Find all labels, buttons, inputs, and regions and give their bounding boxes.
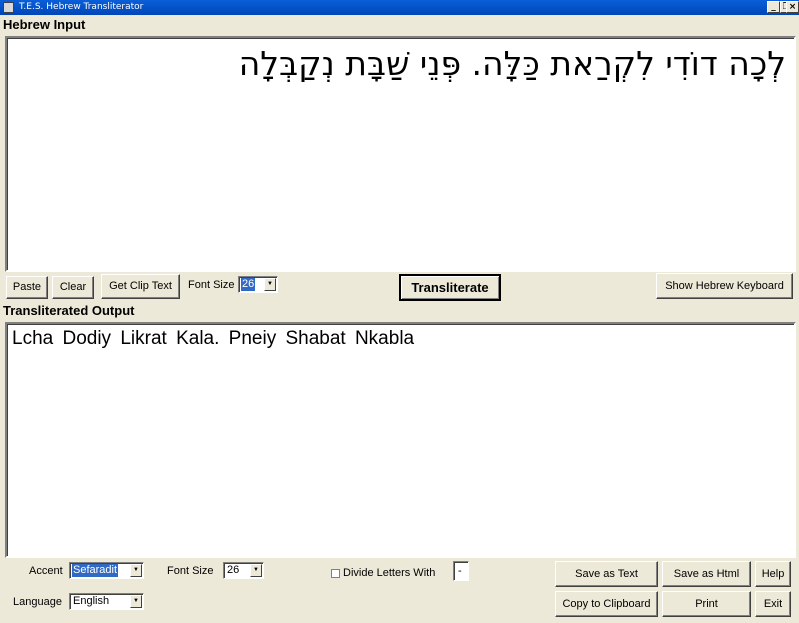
- divide-letters-input[interactable]: -: [453, 561, 469, 581]
- input-font-size-value: 26: [241, 278, 256, 291]
- get-clip-text-button[interactable]: Get Clip Text: [101, 274, 180, 299]
- clear-button[interactable]: Clear: [52, 276, 94, 299]
- accent-value: Sefaradit: [72, 564, 119, 577]
- chevron-down-icon[interactable]: ▼: [250, 564, 262, 577]
- divide-letters-label: Divide Letters With: [343, 567, 436, 579]
- show-hebrew-keyboard-button[interactable]: Show Hebrew Keyboard: [656, 273, 793, 299]
- help-button[interactable]: Help: [755, 561, 791, 587]
- paste-button[interactable]: Paste: [6, 276, 48, 299]
- transliterated-output-text: Lcha Dodiy Likrat Kala. Pneiy Shabat Nka…: [12, 328, 415, 349]
- exit-button[interactable]: Exit: [755, 591, 791, 617]
- transliterate-button[interactable]: Transliterate: [399, 274, 501, 301]
- output-label: Transliterated Output: [3, 303, 135, 318]
- chevron-down-icon[interactable]: ▼: [130, 595, 142, 608]
- hebrew-input-text: לְכָה דוֹדִי לִקְרַאת כַּלָּה. פְּנֵי שַ…: [238, 44, 786, 83]
- language-label: Language: [13, 596, 62, 608]
- app-icon: [3, 2, 14, 13]
- accent-select[interactable]: Sefaradit ▼: [69, 562, 144, 579]
- transliterated-output-area[interactable]: Lcha Dodiy Likrat Kala. Pneiy Shabat Nka…: [5, 322, 796, 558]
- window-title: T.E.S. Hebrew Transliterator: [19, 2, 144, 12]
- minimize-button[interactable]: _: [767, 1, 780, 13]
- print-button[interactable]: Print: [662, 591, 751, 617]
- language-select[interactable]: English ▼: [69, 593, 144, 610]
- chevron-down-icon[interactable]: ▼: [264, 278, 276, 291]
- output-font-size-label: Font Size: [167, 565, 214, 577]
- output-font-size-value: 26: [227, 564, 240, 576]
- input-font-size-label: Font Size: [188, 279, 235, 291]
- close-button[interactable]: ×: [786, 1, 799, 13]
- input-font-size-select[interactable]: 26 ▼: [238, 276, 278, 293]
- language-value: English: [73, 595, 110, 607]
- divide-letters-checkbox[interactable]: [331, 569, 340, 578]
- hebrew-input-label: Hebrew Input: [3, 17, 86, 32]
- copy-to-clipboard-button[interactable]: Copy to Clipboard: [555, 591, 658, 617]
- accent-label: Accent: [29, 565, 63, 577]
- chevron-down-icon[interactable]: ▼: [130, 564, 142, 577]
- hebrew-input-area[interactable]: לְכָה דוֹדִי לִקְרַאת כַּלָּה. פְּנֵי שַ…: [5, 36, 796, 272]
- title-bar: T.E.S. Hebrew Transliterator _ ❐ ×: [0, 0, 799, 15]
- save-as-html-button[interactable]: Save as Html: [662, 561, 751, 587]
- output-font-size-select[interactable]: 26 ▼: [223, 562, 264, 579]
- save-as-text-button[interactable]: Save as Text: [555, 561, 658, 587]
